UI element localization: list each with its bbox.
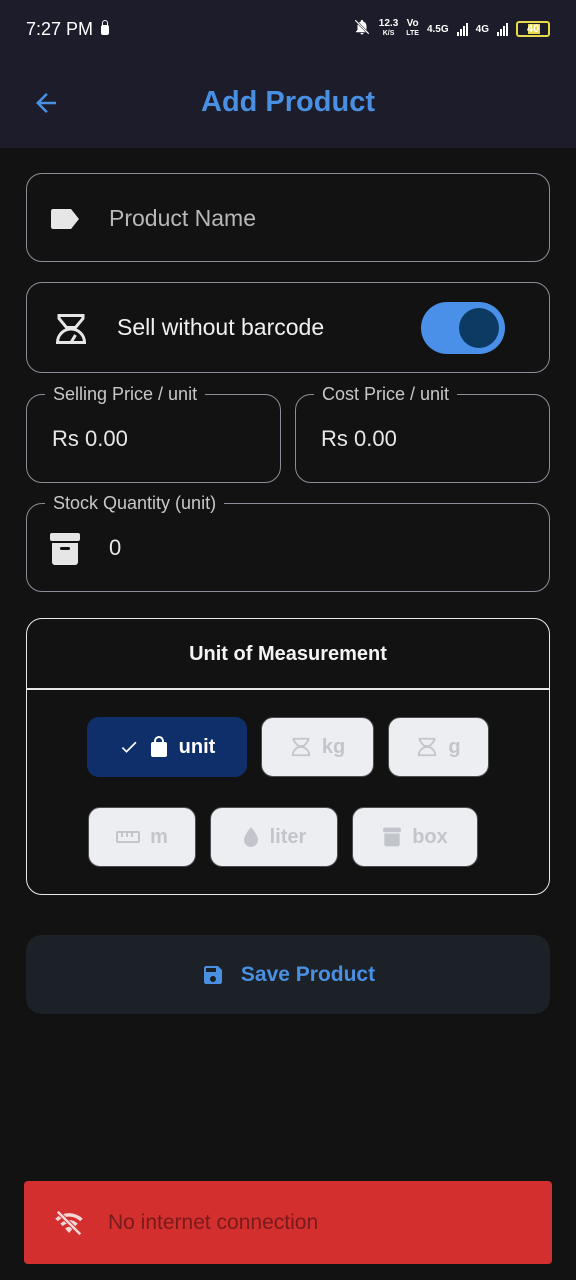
status-time: 7:27 PM: [26, 18, 94, 39]
network-2-label: 4G: [475, 23, 489, 35]
save-product-button[interactable]: Save Product: [26, 935, 550, 1014]
uom-chip-label: liter: [269, 825, 307, 848]
net-speed-unit: K/S: [382, 30, 395, 37]
sell-without-barcode-toggle[interactable]: [421, 302, 505, 354]
shopping-bag-icon: [150, 736, 167, 757]
stock-quantity-input[interactable]: 0: [109, 535, 121, 561]
lock-icon: [101, 20, 110, 35]
uom-divider: [27, 688, 549, 690]
selling-price-label: Selling Price / unit: [45, 384, 206, 405]
network-1-label: 4.5G: [426, 23, 449, 35]
no-internet-snackbar: No internet connection: [24, 1181, 552, 1264]
archive-icon: [49, 532, 81, 571]
label-tag-icon: [49, 207, 81, 236]
page-title: Add Product: [201, 86, 375, 118]
uom-chip-kg[interactable]: kg: [261, 717, 374, 777]
uom-title: Unit of Measurement: [189, 643, 387, 665]
uom-chip-label: g: [448, 735, 461, 758]
bell-off-icon: [353, 18, 371, 41]
status-time-group: 7:27 PM: [26, 18, 110, 40]
uom-chip-g[interactable]: g: [388, 717, 489, 777]
uom-chip-label: m: [150, 825, 168, 848]
volte-top: Vo: [406, 18, 419, 29]
net-speed: 12.3 K/S: [379, 19, 398, 39]
selling-price-field[interactable]: Selling Price / unit Rs 0.00: [26, 384, 281, 483]
uom-chip-liter[interactable]: liter: [210, 807, 338, 867]
status-bar: 7:27 PM 12.3 K/S Vo LTE 4.5G 4G 40: [0, 0, 576, 58]
signal-icon-1: [456, 22, 468, 36]
status-icons: 12.3 K/S Vo LTE 4.5G 4G 40: [353, 18, 550, 41]
archive-icon: [383, 827, 402, 847]
uom-chip-m[interactable]: m: [88, 807, 196, 867]
stock-quantity-label: Stock Quantity (unit): [45, 493, 225, 514]
unit-of-measurement-card: Unit of Measurement unit kg g m liter bo…: [26, 618, 550, 895]
uom-chip-box[interactable]: box: [352, 807, 478, 867]
cost-price-field[interactable]: Cost Price / unit Rs 0.00: [295, 384, 550, 483]
uom-chip-label: kg: [321, 735, 346, 758]
save-product-label: Save Product: [240, 962, 376, 986]
product-name-input[interactable]: Product Name: [109, 205, 256, 232]
app-bar: Add Product: [0, 58, 576, 148]
product-name-field[interactable]: Product Name: [26, 173, 550, 262]
net-speed-value: 12.3: [378, 18, 399, 29]
water-drop-icon: [243, 827, 258, 847]
scale-icon: [53, 311, 89, 352]
scale-icon: [418, 737, 437, 757]
battery-icon: 40: [516, 21, 550, 37]
save-icon: [203, 965, 222, 984]
cost-price-label: Cost Price / unit: [314, 384, 458, 405]
volte-indicator: Vo LTE: [406, 19, 419, 39]
uom-chip-label: box: [412, 825, 448, 848]
scale-icon: [291, 737, 310, 757]
signal-icon-2: [497, 22, 508, 36]
uom-chip-unit[interactable]: unit: [87, 717, 247, 777]
wifi-off-icon: [55, 1209, 83, 1236]
stock-quantity-field[interactable]: Stock Quantity (unit) 0: [26, 493, 550, 592]
toggle-knob: [459, 308, 499, 348]
sell-without-barcode-row[interactable]: Sell without barcode: [26, 282, 550, 373]
selling-price-input[interactable]: Rs 0.00: [52, 426, 128, 452]
cost-price-input[interactable]: Rs 0.00: [321, 426, 397, 452]
uom-chip-label: unit: [178, 735, 216, 758]
battery-level: 40: [527, 23, 540, 35]
snackbar-message: No internet connection: [108, 1210, 319, 1234]
check-icon: [121, 741, 137, 753]
sell-without-barcode-label: Sell without barcode: [117, 314, 325, 340]
ruler-icon: [116, 831, 141, 843]
volte-bottom: LTE: [406, 30, 419, 37]
